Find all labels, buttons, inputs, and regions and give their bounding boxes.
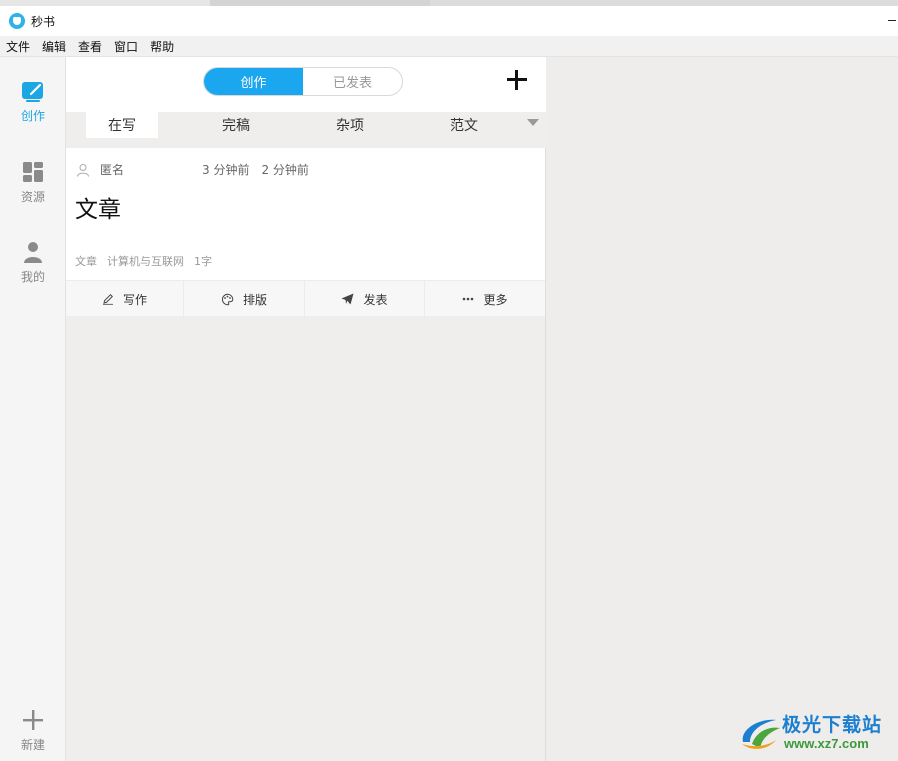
card-actions: 写作 排版 发表 更多 bbox=[66, 280, 545, 317]
nav-resources[interactable]: 资源 bbox=[0, 160, 66, 205]
tab-misc[interactable]: 杂项 bbox=[314, 112, 386, 138]
more-dots-icon bbox=[463, 297, 474, 301]
tab-finished[interactable]: 完稿 bbox=[200, 112, 272, 138]
menu-edit[interactable]: 编辑 bbox=[42, 38, 66, 55]
publish-button[interactable]: 发表 bbox=[305, 281, 425, 317]
card-meta: 匿名 3 分钟前 2 分钟前 bbox=[76, 161, 309, 178]
nav-resources-label: 资源 bbox=[20, 190, 45, 204]
title-bar: 秒书 bbox=[0, 6, 898, 36]
category-tabs: 在写 完稿 杂项 范文 bbox=[66, 112, 546, 138]
document-card[interactable]: 匿名 3 分钟前 2 分钟前 文章 文章 计算机与互联网 1字 写作 排版 发表… bbox=[66, 148, 545, 317]
user-icon bbox=[21, 240, 45, 264]
card-tag-type: 文章 bbox=[75, 255, 97, 268]
card-tags: 文章 计算机与互联网 1字 bbox=[75, 253, 222, 269]
card-created-time: 3 分钟前 bbox=[202, 163, 250, 177]
nav-create-label: 创作 bbox=[20, 109, 45, 123]
app-logo-icon bbox=[9, 13, 25, 29]
segment-create[interactable]: 创作 bbox=[204, 68, 303, 95]
card-tag-wordcount: 1字 bbox=[194, 255, 212, 268]
nav-create[interactable]: 创作 bbox=[0, 79, 66, 124]
card-modified-time: 2 分钟前 bbox=[261, 163, 309, 177]
add-document-button[interactable] bbox=[507, 70, 527, 90]
menu-bar: 文件 编辑 查看 窗口 帮助 bbox=[0, 36, 898, 57]
document-list-panel: 创作 已发表 在写 完稿 杂项 范文 匿名 3 分钟前 2 分钟前 文章 文章 … bbox=[66, 57, 546, 761]
palette-icon bbox=[221, 293, 234, 305]
window-title: 秒书 bbox=[31, 14, 56, 29]
minimize-icon[interactable] bbox=[884, 12, 898, 26]
watermark-cn: 极光下载站 bbox=[782, 714, 883, 736]
more-button[interactable]: 更多 bbox=[425, 281, 545, 317]
tab-writing[interactable]: 在写 bbox=[86, 112, 158, 138]
status-segment: 创作 已发表 bbox=[203, 67, 403, 96]
more-label: 更多 bbox=[483, 292, 508, 307]
menu-window[interactable]: 窗口 bbox=[114, 38, 138, 55]
menu-help[interactable]: 帮助 bbox=[150, 38, 174, 55]
author-icon bbox=[76, 163, 90, 177]
watermark-logo-icon bbox=[742, 719, 780, 749]
layout-label: 排版 bbox=[242, 292, 267, 307]
write-button[interactable]: 写作 bbox=[66, 281, 184, 317]
watermark: 极光下载站 www.xz7.com bbox=[738, 708, 893, 756]
nav-new[interactable]: 新建 bbox=[0, 708, 66, 753]
segment-published[interactable]: 已发表 bbox=[303, 68, 402, 95]
nav-mine[interactable]: 我的 bbox=[0, 240, 66, 285]
pencil-icon bbox=[102, 293, 113, 305]
plus-icon bbox=[21, 708, 45, 732]
menu-view[interactable]: 查看 bbox=[78, 38, 102, 55]
edit-note-icon bbox=[21, 79, 45, 103]
layout-button[interactable]: 排版 bbox=[184, 281, 305, 317]
card-title: 文章 bbox=[75, 197, 121, 223]
nav-mine-label: 我的 bbox=[20, 270, 45, 284]
tab-samples[interactable]: 范文 bbox=[428, 112, 500, 138]
card-author: 匿名 bbox=[100, 163, 125, 177]
publish-label: 发表 bbox=[363, 292, 388, 307]
menu-file[interactable]: 文件 bbox=[6, 38, 30, 55]
tabs-dropdown-icon[interactable] bbox=[527, 119, 539, 126]
watermark-en: www.xz7.com bbox=[784, 736, 869, 751]
write-label: 写作 bbox=[122, 292, 147, 307]
tab-spacer bbox=[66, 138, 546, 148]
left-nav: 创作 资源 我的 新建 bbox=[0, 57, 66, 761]
nav-new-label: 新建 bbox=[20, 738, 45, 752]
dashboard-icon bbox=[21, 160, 45, 184]
card-tag-category: 计算机与互联网 bbox=[107, 255, 184, 268]
paper-plane-icon bbox=[341, 293, 354, 305]
editor-area bbox=[546, 57, 898, 761]
